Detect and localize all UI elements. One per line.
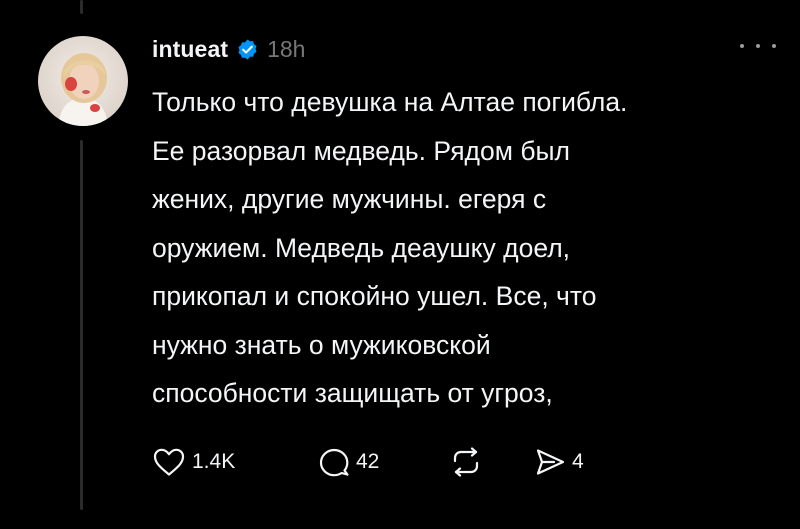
repost-button[interactable] (450, 447, 534, 477)
action-bar: 1.4K 42 4 (152, 442, 584, 482)
verified-badge-icon (236, 38, 259, 61)
like-button[interactable]: 1.4K (152, 447, 318, 477)
heart-icon (152, 447, 186, 477)
post: intueat 18h Только что девушка на Алтае … (152, 30, 776, 418)
share-button[interactable]: 4 (534, 447, 584, 477)
thread-connector-top (80, 0, 83, 14)
share-count: 4 (572, 450, 584, 473)
more-dots-icon[interactable] (740, 36, 776, 56)
avatar-image (38, 36, 128, 126)
post-text: Только что девушка на Алтае погибла. Ее … (152, 78, 772, 418)
reply-count: 42 (356, 450, 380, 473)
post-time: 18h (267, 35, 306, 62)
post-text-line: жених, другие мужчины. егеря с (152, 184, 547, 214)
avatar[interactable] (38, 36, 128, 126)
post-text-line: способности защищать от угроз, (152, 378, 553, 408)
repost-icon (450, 447, 482, 477)
post-text-line: нужно знать о мужиковской (152, 329, 491, 360)
like-count: 1.4K (192, 450, 236, 473)
thread-connector (80, 140, 83, 510)
comment-bubble-icon (318, 447, 350, 477)
reply-button[interactable]: 42 (318, 447, 450, 477)
post-text-line: оружием. Медведь деаушку доел, (152, 232, 571, 263)
username[interactable]: intueat (152, 36, 228, 63)
post-text-line: прикопал и спокойно ушел. Все, что (152, 281, 597, 311)
post-header: intueat 18h (152, 30, 772, 68)
post-text-line: Ее разорвал медведь. Рядом был (152, 135, 571, 166)
post-text-line: Только что девушка на Алтае погибла. (152, 87, 628, 117)
send-icon (534, 447, 566, 477)
